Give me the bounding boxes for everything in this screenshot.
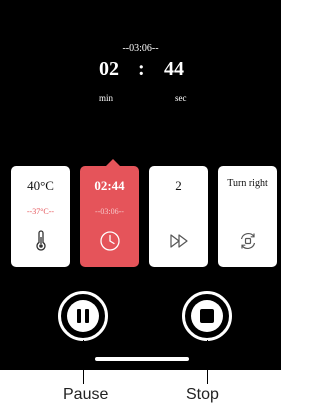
home-indicator[interactable] (95, 357, 189, 361)
temperature-current: --37°C-- (26, 207, 55, 216)
rotate-icon (240, 233, 256, 249)
pause-callout-label: Pause (63, 386, 109, 403)
direction-value: Turn right (227, 178, 268, 189)
stop-icon (200, 309, 214, 323)
temperature-card[interactable]: 40°C --37°C-- (11, 166, 70, 267)
timer-card-value: 02:44 (94, 178, 125, 193)
pause-icon (77, 309, 89, 323)
stop-callout-label: Stop (186, 386, 219, 403)
stop-button[interactable] (182, 291, 232, 341)
clock-icon (100, 231, 120, 251)
pause-callout-line (83, 340, 84, 384)
minutes-value: 02 (99, 58, 119, 80)
minutes-label: min (99, 93, 114, 103)
speed-value: 2 (175, 178, 182, 193)
seconds-value: 44 (164, 58, 184, 80)
timer-screen: --03:06-- 02 : 44 min sec 40°C --37°C-- … (0, 0, 281, 370)
direction-card[interactable]: Turn right (218, 166, 277, 267)
stop-button-face (191, 300, 223, 332)
total-time: --03:06-- (122, 43, 159, 54)
pause-button[interactable] (58, 291, 108, 341)
fast-forward-icon (170, 234, 188, 248)
temperature-value: 40°C (27, 178, 54, 193)
speed-card[interactable]: 2 (149, 166, 208, 267)
time-separator: : (138, 58, 145, 80)
pause-button-face (67, 300, 99, 332)
timer-card[interactable]: 02:44 --03:06-- (80, 166, 139, 267)
seconds-label: sec (175, 93, 187, 103)
thermometer-icon (36, 230, 46, 251)
stop-callout-line (207, 340, 208, 384)
timer-card-total: --03:06-- (95, 207, 124, 216)
